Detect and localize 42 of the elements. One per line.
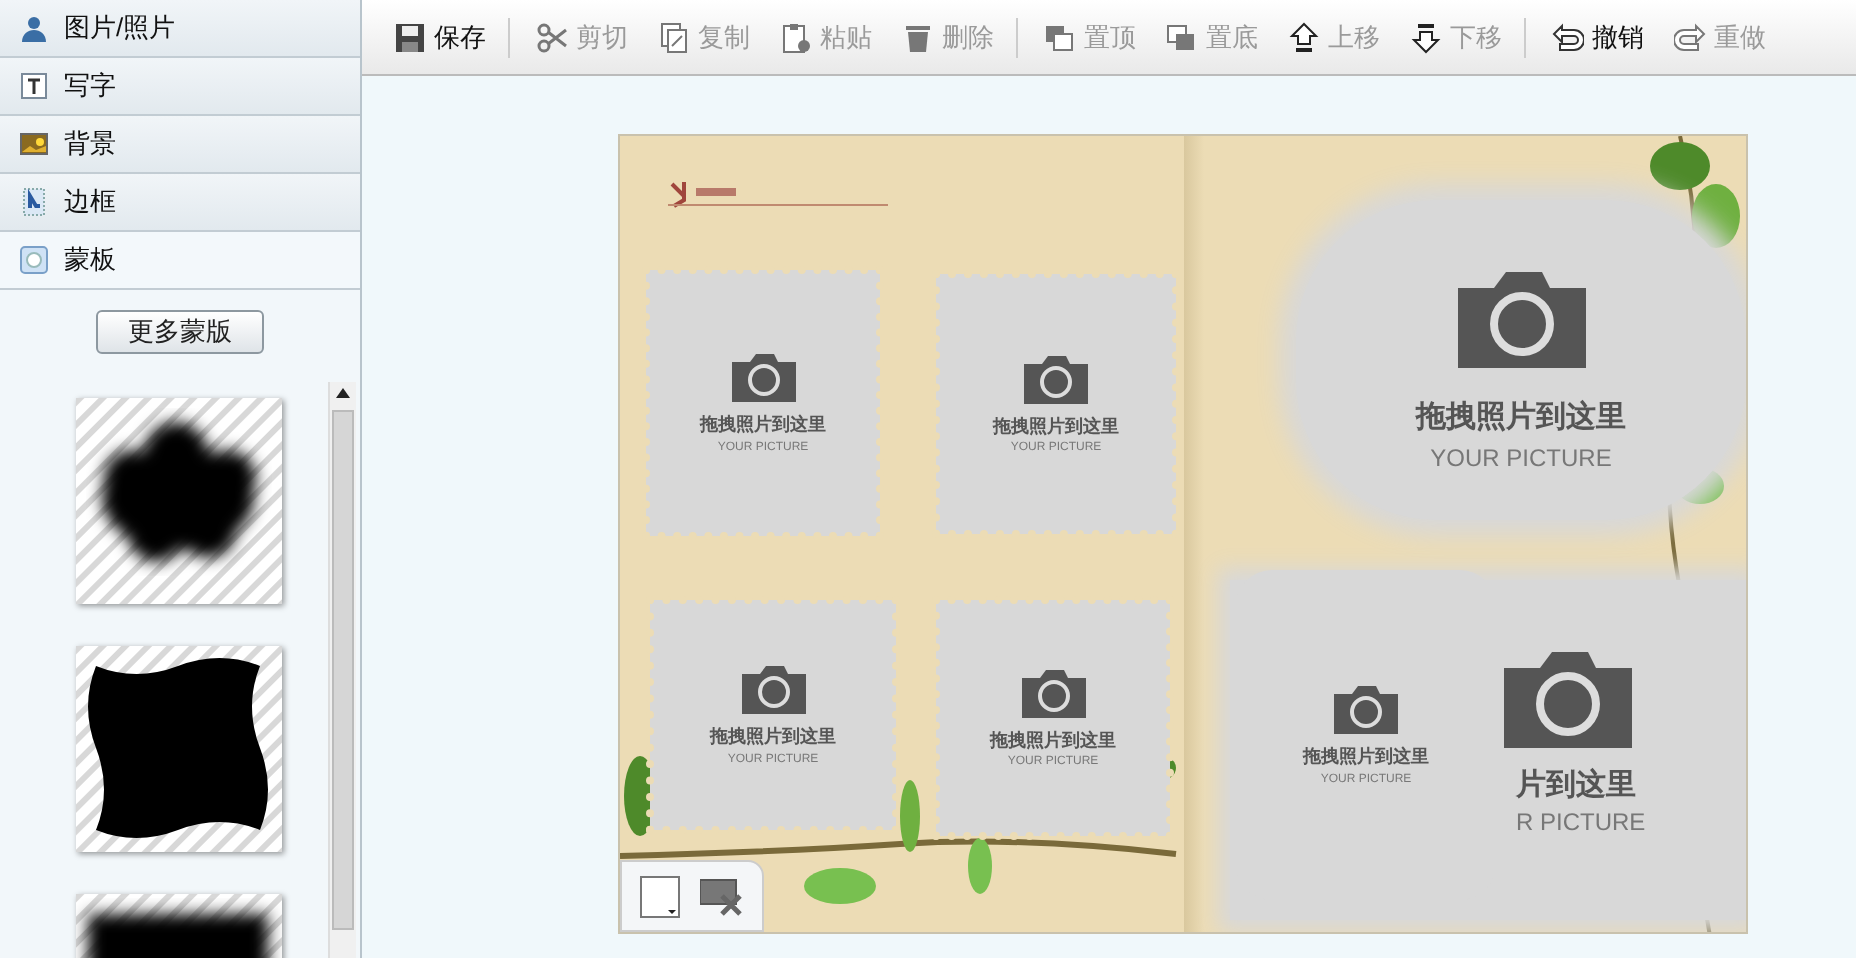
- mask-thumbnail[interactable]: [76, 398, 282, 604]
- drop-hint: 片到这里: [1516, 766, 1636, 806]
- toolbar-button[interactable]: 保存: [386, 17, 494, 57]
- more-masks-button[interactable]: 更多蒙版: [96, 310, 264, 354]
- drop-hint-subtitle: YOUR PICTURE: [1430, 442, 1612, 477]
- person-icon: [20, 14, 48, 42]
- remove-picture-icon[interactable]: [700, 877, 744, 915]
- camera-icon: [729, 348, 797, 405]
- photo-slot[interactable]: 拖拽照片到这里 YOUR PICTURE: [1296, 200, 1746, 520]
- mask-thumbnail[interactable]: [76, 646, 282, 852]
- copy-icon: [658, 21, 690, 53]
- mask-icon: [20, 246, 48, 274]
- drop-hint: 拖拽照片到这里: [993, 413, 1119, 440]
- bring-to-front-icon: [1044, 21, 1076, 53]
- scrollbar[interactable]: [328, 382, 356, 958]
- drop-hint-subtitle: R PICTURE: [1516, 806, 1646, 840]
- toolbar-button[interactable]: 撤销: [1544, 17, 1652, 57]
- save-icon: [394, 21, 426, 53]
- camera-icon: [739, 660, 807, 717]
- arrow-up-icon: [1288, 21, 1320, 53]
- drop-hint: 拖拽照片到这里: [710, 724, 836, 751]
- trash-icon: [902, 21, 934, 53]
- paste-icon: [780, 21, 812, 53]
- arrow-down-icon: [1410, 21, 1442, 53]
- landscape-icon: [20, 130, 48, 158]
- redo-icon: [1674, 21, 1706, 53]
- scroll-up-icon[interactable]: [336, 388, 350, 398]
- sidebar-tab[interactable]: 写字: [0, 58, 360, 116]
- frame-select-icon[interactable]: [640, 875, 680, 917]
- drop-hint: 拖拽照片到这里: [700, 412, 826, 439]
- send-to-back-icon: [1166, 21, 1198, 53]
- sidebar-tab[interactable]: 边框: [0, 174, 360, 232]
- sidebar-tab[interactable]: 图片/照片: [0, 0, 360, 58]
- drop-hint: 拖拽照片到这里: [1303, 744, 1429, 771]
- sidebar-tab[interactable]: 背景: [0, 116, 360, 174]
- camera-icon: [1332, 680, 1400, 737]
- scissors-icon: [536, 21, 568, 53]
- text-icon: [20, 72, 48, 100]
- drop-hint: 拖拽照片到这里: [1416, 397, 1626, 438]
- undo-icon: [1552, 21, 1584, 53]
- drop-hint: 拖拽照片到这里: [990, 727, 1116, 754]
- frame-icon: [20, 188, 48, 216]
